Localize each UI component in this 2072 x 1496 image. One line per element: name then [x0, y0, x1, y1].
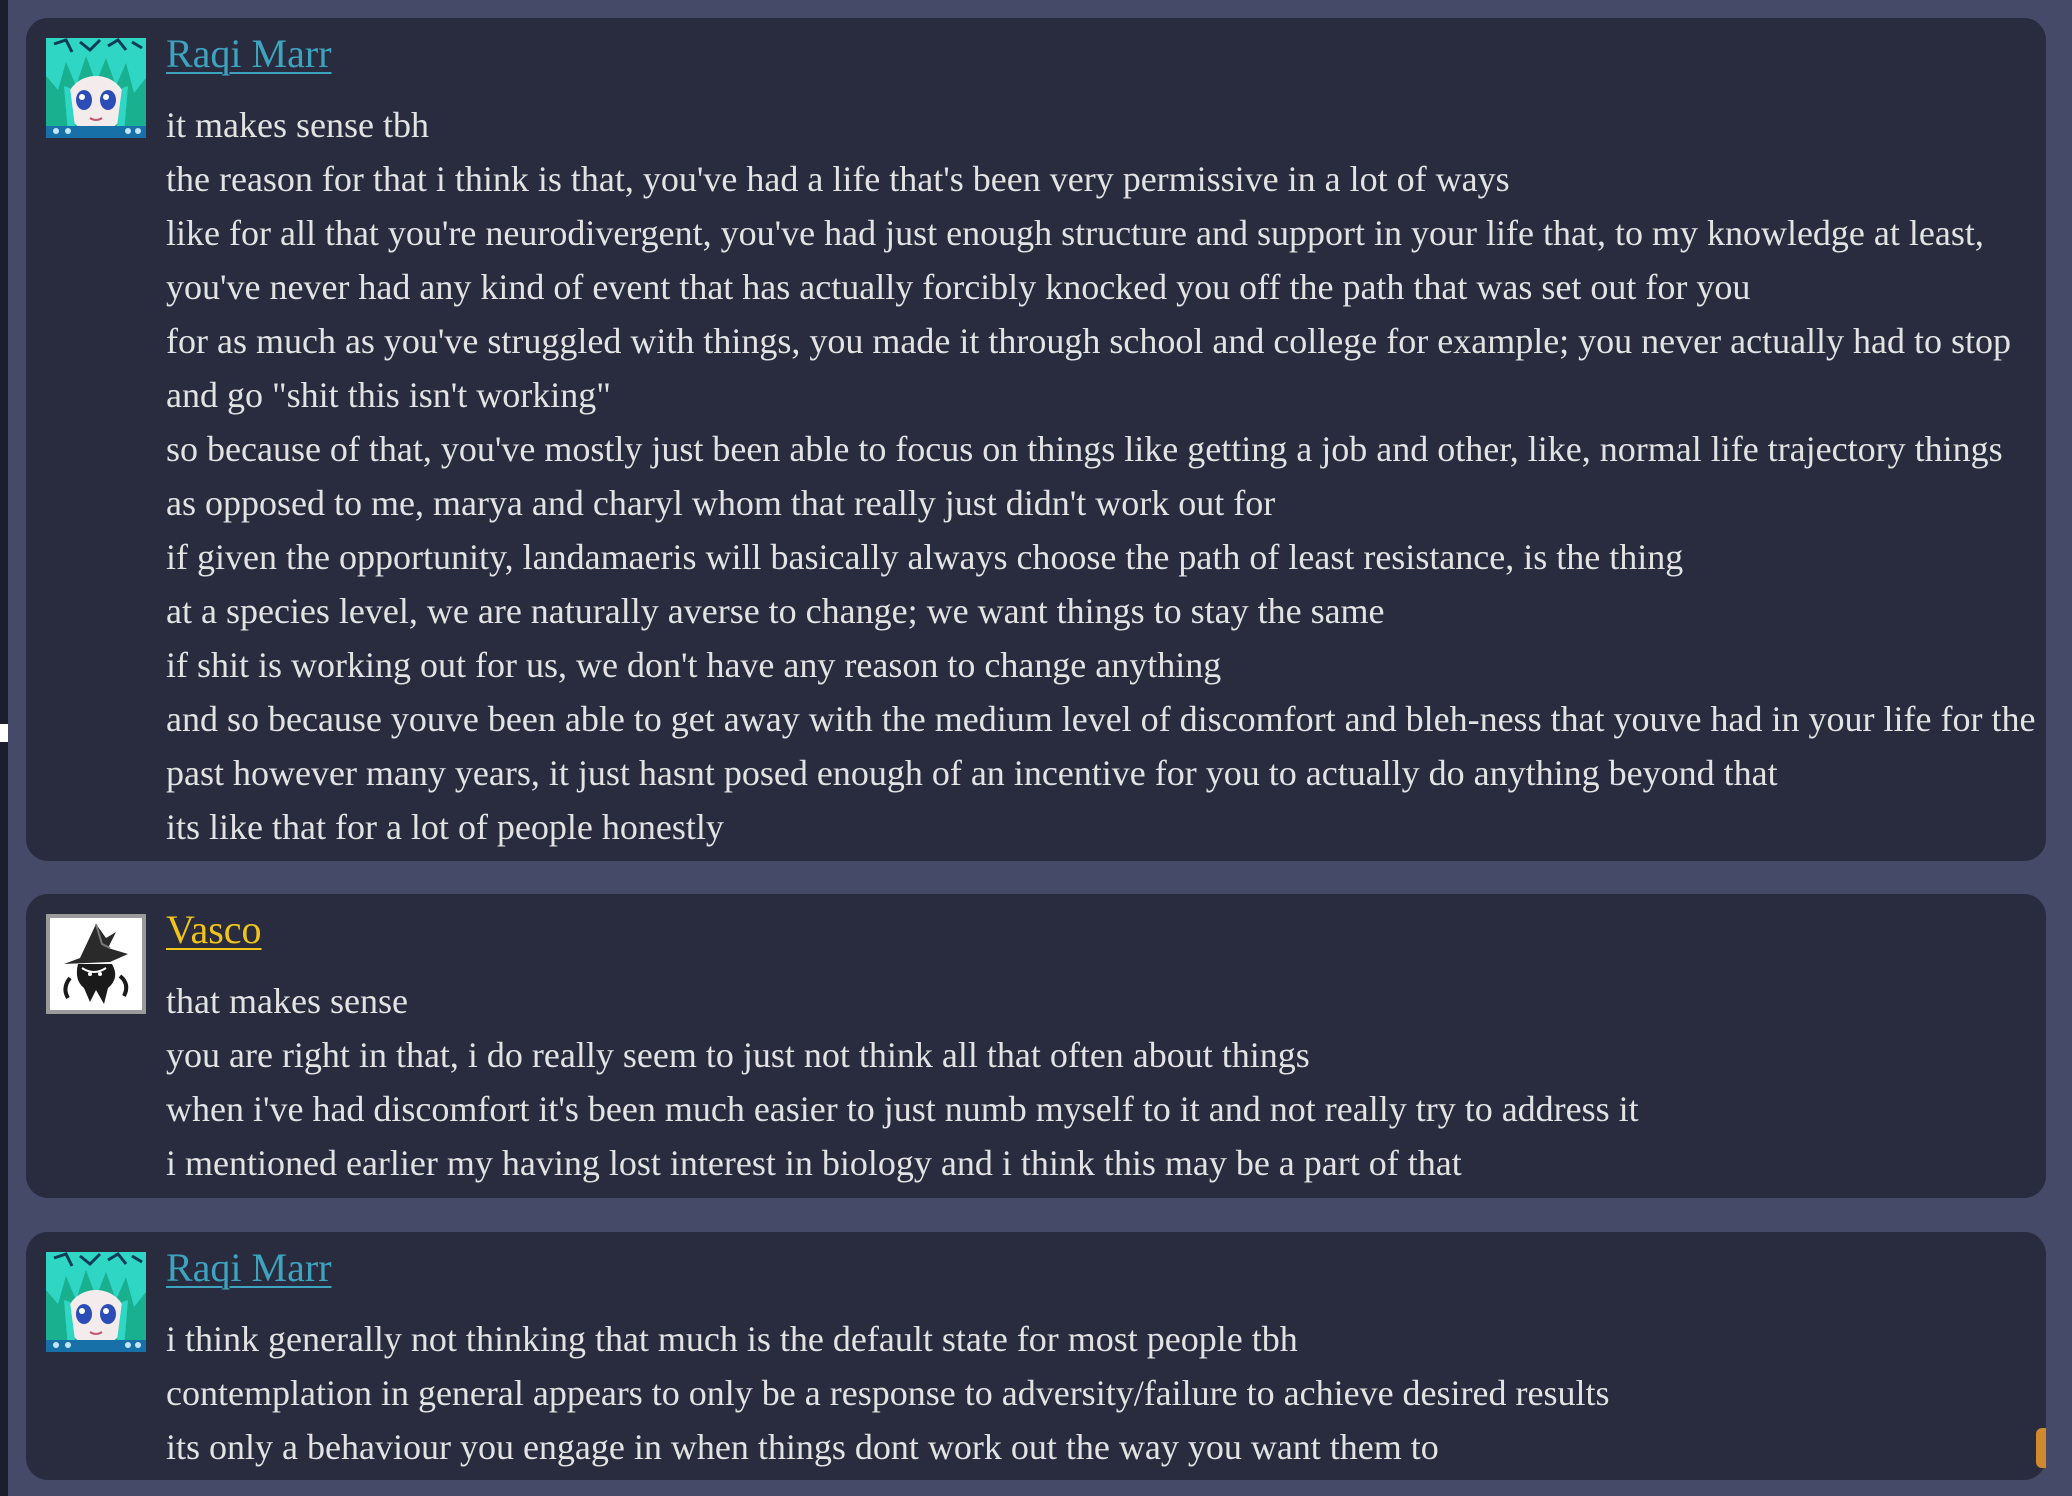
message-line: i think generally not thinking that much…	[166, 1319, 1298, 1359]
author-name-link[interactable]: Raqi Marr	[166, 28, 332, 80]
message-line: and so because youve been able to get aw…	[166, 699, 2036, 739]
edge-marker	[0, 724, 8, 742]
wizard-hat-avatar-icon[interactable]	[46, 914, 146, 1014]
author-name-link[interactable]: Raqi Marr	[166, 1242, 332, 1294]
message-line: that makes sense	[166, 981, 408, 1021]
message-line: you've never had any kind of event that …	[166, 267, 1751, 307]
message-body: i think generally not thinking that much…	[166, 1312, 2046, 1474]
message-line: its like that for a lot of people honest…	[166, 807, 724, 847]
raqi-anime-avatar-icon[interactable]	[46, 1252, 146, 1352]
message-card: Raqi Marr it makes sense tbh the reason …	[26, 18, 2046, 861]
raqi-anime-avatar-icon[interactable]	[46, 38, 146, 138]
message-line: if given the opportunity, landamaeris wi…	[166, 537, 1684, 577]
message-line: it makes sense tbh	[166, 105, 429, 145]
message-body: it makes sense tbh the reason for that i…	[166, 98, 2046, 854]
message-line: if shit is working out for us, we don't …	[166, 645, 1222, 685]
left-edge-strip	[0, 0, 8, 1496]
message-line: contemplation in general appears to only…	[166, 1373, 1610, 1413]
message-card: Vasco that makes sense you are right in …	[26, 894, 2046, 1198]
corner-marker	[2036, 1428, 2046, 1468]
message-body: that makes sense you are right in that, …	[166, 974, 2046, 1190]
message-line: so because of that, you've mostly just b…	[166, 429, 2003, 469]
message-line: as opposed to me, marya and charyl whom …	[166, 483, 1276, 523]
message-card: Raqi Marr i think generally not thinking…	[26, 1232, 2046, 1480]
author-name-link[interactable]: Vasco	[166, 904, 262, 956]
message-line: for as much as you've struggled with thi…	[166, 321, 2012, 361]
message-line: the reason for that i think is that, you…	[166, 159, 1510, 199]
message-line: its only a behaviour you engage in when …	[166, 1427, 1439, 1467]
message-line: when i've had discomfort it's been much …	[166, 1089, 1639, 1129]
message-line: i mentioned earlier my having lost inter…	[166, 1143, 1462, 1183]
message-line: past however many years, it just hasnt p…	[166, 753, 1778, 793]
message-line: like for all that you're neurodivergent,…	[166, 213, 1984, 253]
message-line: you are right in that, i do really seem …	[166, 1035, 1310, 1075]
message-line: and go "shit this isn't working"	[166, 375, 611, 415]
message-line: at a species level, we are naturally ave…	[166, 591, 1385, 631]
